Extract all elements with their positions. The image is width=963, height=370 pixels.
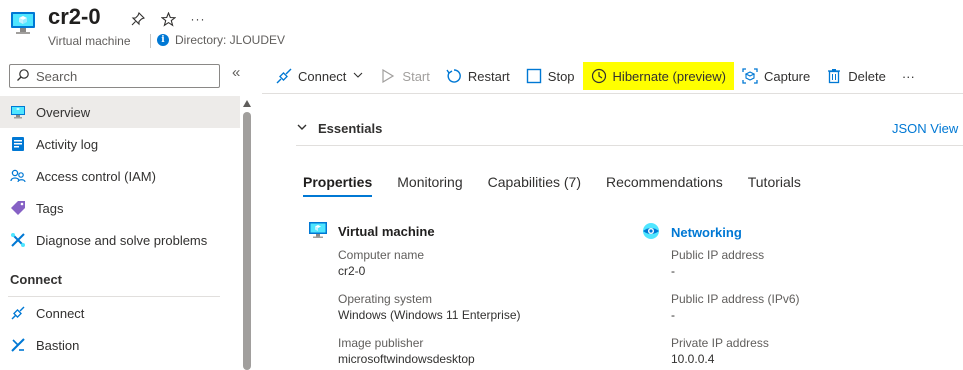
- tab-bar: Properties Monitoring Capabilities (7) R…: [303, 174, 826, 197]
- sidebar-scrollbar[interactable]: [243, 112, 251, 370]
- capture-icon: [742, 68, 758, 84]
- essentials-label: Essentials: [318, 121, 383, 136]
- plug-icon: [10, 305, 26, 321]
- play-icon: [380, 68, 396, 84]
- vm-monitor-icon: [308, 221, 328, 242]
- field-value: microsoftwindowsdesktop: [338, 352, 475, 366]
- sidebar-item-label: Activity log: [36, 136, 99, 152]
- tab-capabilities[interactable]: Capabilities (7): [488, 174, 581, 196]
- divider: [262, 93, 963, 94]
- section-connect: Connect: [10, 272, 62, 287]
- page-title: cr2-0: [48, 4, 101, 29]
- more-icon[interactable]: ···: [188, 9, 208, 29]
- restart-label: Restart: [467, 68, 510, 84]
- tab-properties[interactable]: Properties: [303, 174, 373, 197]
- directory-label: Directory: JLOUDEV: [175, 33, 286, 47]
- field-value: cr2-0: [338, 264, 366, 278]
- delete-label: Delete: [848, 68, 886, 84]
- field-value: 10.0.0.4: [671, 352, 715, 366]
- command-bar: Connect Start Restart Stop Hibernate (pr…: [268, 62, 923, 90]
- hibernate-label: Hibernate (preview): [612, 68, 726, 84]
- tab-tutorials[interactable]: Tutorials: [748, 174, 801, 196]
- essentials-toggle[interactable]: Essentials: [296, 121, 382, 136]
- connect-button[interactable]: Connect: [268, 62, 372, 90]
- networking-section-header[interactable]: Networking: [641, 221, 742, 244]
- field-label: Private IP address: [671, 336, 769, 350]
- sidebar-item-connect[interactable]: Connect: [0, 297, 240, 329]
- stop-icon: [526, 68, 542, 84]
- delete-button[interactable]: Delete: [818, 62, 894, 90]
- resource-type: Virtual machine: [48, 34, 131, 48]
- stop-button[interactable]: Stop: [518, 62, 583, 90]
- trash-icon: [826, 68, 842, 84]
- networking-section-title: Networking: [671, 225, 742, 240]
- tab-recommendations[interactable]: Recommendations: [606, 174, 723, 196]
- start-label: Start: [402, 68, 430, 84]
- hibernate-button[interactable]: Hibernate (preview): [582, 62, 734, 90]
- sidebar-item-activity-log[interactable]: Activity log: [0, 128, 240, 160]
- capture-button[interactable]: Capture: [734, 62, 818, 90]
- collapse-sidebar-button[interactable]: «: [232, 64, 240, 81]
- sidebar-item-label: Connect: [36, 305, 85, 321]
- sidebar-item-bastion[interactable]: Bastion: [0, 329, 240, 361]
- restart-icon: [446, 68, 462, 84]
- sidebar-item-overview[interactable]: Overview: [0, 96, 240, 128]
- divider: [150, 34, 151, 48]
- tab-monitoring[interactable]: Monitoring: [397, 174, 462, 196]
- sidebar-item-tags[interactable]: Tags: [0, 192, 240, 224]
- restart-button[interactable]: Restart: [438, 62, 518, 90]
- clock-icon: [591, 68, 607, 84]
- json-view-link[interactable]: JSON View: [892, 121, 958, 136]
- field-label: Image publisher: [338, 336, 424, 350]
- sidebar-item-access-control[interactable]: Access control (IAM): [0, 160, 240, 192]
- more-icon: ···: [901, 68, 915, 84]
- field-label: Operating system: [338, 292, 433, 306]
- tag-icon: [10, 200, 26, 216]
- wrench-icon: [10, 232, 26, 248]
- stop-label: Stop: [547, 68, 575, 84]
- plug-icon: [276, 68, 292, 84]
- pin-icon[interactable]: [128, 9, 148, 29]
- virtual-machine-icon: [10, 10, 36, 36]
- activity-log-icon: [10, 136, 26, 152]
- people-icon: [10, 168, 26, 184]
- search-input[interactable]: Search: [9, 64, 220, 88]
- info-icon: i: [157, 34, 169, 46]
- divider: [296, 145, 963, 146]
- more-commands-button[interactable]: ···: [894, 62, 923, 90]
- field-label: Public IP address (IPv6): [671, 292, 800, 306]
- search-icon: [16, 68, 30, 85]
- field-value: -: [671, 308, 675, 322]
- field-value: Windows (Windows 11 Enterprise): [338, 308, 521, 322]
- connect-label: Connect: [298, 68, 347, 84]
- chevron-down-icon: [352, 69, 364, 84]
- vm-section-header: Virtual machine: [308, 221, 435, 242]
- scroll-up-arrow[interactable]: [243, 100, 251, 107]
- field-value: -: [671, 264, 675, 278]
- star-icon[interactable]: [158, 9, 178, 29]
- vm-section-title: Virtual machine: [338, 224, 435, 239]
- directory-info: i Directory: JLOUDEV: [157, 33, 285, 47]
- sidebar-item-label: Bastion: [36, 337, 80, 353]
- start-button[interactable]: Start: [372, 62, 437, 90]
- field-label: Public IP address: [671, 248, 765, 262]
- sidebar-item-label: Access control (IAM): [36, 168, 156, 184]
- bastion-icon: [10, 337, 26, 353]
- sidebar-item-diagnose[interactable]: Diagnose and solve problems: [0, 224, 240, 256]
- sidebar-item-label: Diagnose and solve problems: [36, 232, 208, 248]
- network-globe-icon: [641, 221, 661, 244]
- capture-label: Capture: [763, 68, 811, 84]
- sidebar-item-label: Overview: [36, 104, 91, 120]
- sidebar-item-label: Tags: [36, 200, 64, 216]
- vm-monitor-icon: [10, 104, 26, 120]
- search-placeholder: Search: [36, 68, 78, 84]
- field-label: Computer name: [338, 248, 425, 262]
- chevron-down-icon: [296, 121, 308, 136]
